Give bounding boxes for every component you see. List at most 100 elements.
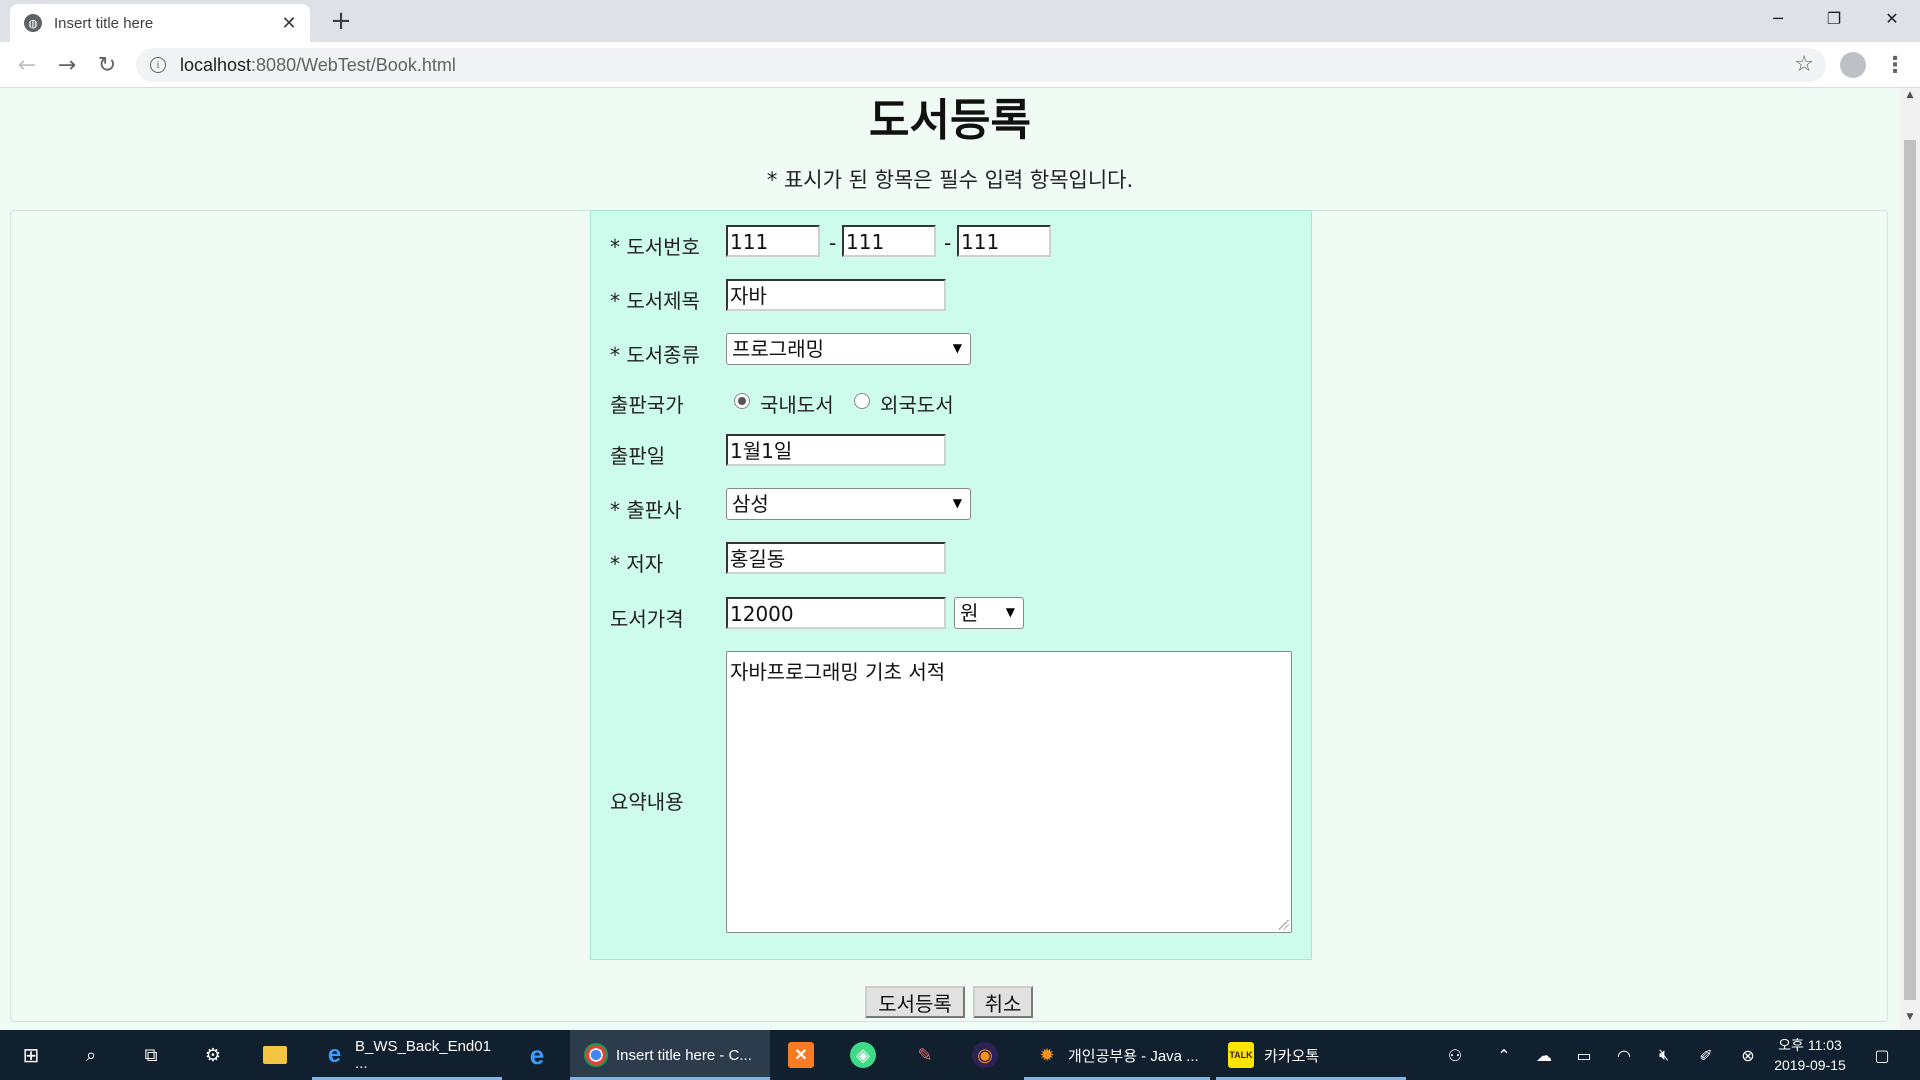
currency-select[interactable]: 원 ▼ (954, 597, 1024, 629)
folder-icon (263, 1046, 287, 1064)
taskbar-app-ie[interactable]: e (520, 1030, 554, 1080)
kakaotalk-icon: TALK (1228, 1042, 1254, 1068)
book-title-input[interactable]: 자바 (726, 279, 946, 311)
minimize-button[interactable]: ─ (1750, 0, 1806, 36)
taskbar-app-label: 개인공부용 - Java ... (1068, 1047, 1199, 1065)
genre-label: * 도서종류 (610, 343, 700, 367)
back-icon[interactable]: ← (12, 50, 42, 80)
scroll-down-icon[interactable]: ▼ (1900, 1012, 1920, 1028)
search-button[interactable]: ⌕ (74, 1030, 108, 1080)
price-label: 도서가격 (610, 607, 684, 631)
taskbar-app-chrome[interactable]: Insert title here - C... (570, 1030, 770, 1080)
clock-date: 2019-09-15 (1774, 1057, 1846, 1073)
close-circle-icon[interactable]: ⊗ (1734, 1030, 1762, 1080)
title-label: * 도서제목 (610, 289, 700, 313)
dropdown-arrow-icon: ▼ (952, 341, 962, 355)
taskbar-app-kakaotalk[interactable]: TALK 카카오톡 (1216, 1030, 1406, 1080)
book-no-field-1[interactable]: 111 (726, 225, 820, 257)
taskbar: ⊞ ⌕ ⧉ ⚙ e B_WS_Back_End01 ... e Insert t… (0, 1030, 1920, 1080)
windows-icon: ⊞ (22, 1044, 40, 1067)
dropdown-arrow-icon: ▼ (1005, 605, 1015, 619)
genre-selected: 프로그래밍 (732, 337, 824, 361)
taskbar-app-android[interactable]: ◈ (846, 1030, 880, 1080)
country-label: 출판국가 (610, 393, 684, 417)
tab-title: Insert title here (54, 14, 154, 32)
settings-taskbar-button[interactable]: ⚙ (196, 1030, 230, 1080)
tab-close-icon[interactable]: ✕ (278, 13, 300, 34)
profile-avatar[interactable] (1840, 52, 1866, 78)
foreign-label: 외국도서 (880, 393, 954, 417)
xampp-icon: ✕ (788, 1042, 814, 1068)
url-host: localhost (180, 54, 252, 75)
taskbar-app-xampp[interactable]: ✕ (784, 1030, 818, 1080)
publisher-selected: 삼성 (732, 492, 769, 516)
volume-muted-icon[interactable]: 🔇︎ (1650, 1030, 1678, 1080)
battery-icon[interactable]: ▭ (1570, 1030, 1598, 1080)
onedrive-icon[interactable]: ☁ (1530, 1030, 1558, 1080)
info-icon[interactable]: i (150, 57, 166, 73)
paint-icon: ✎ (917, 1044, 933, 1065)
pen-icon[interactable]: ✐ (1692, 1030, 1720, 1080)
book-form: * 도서번호 111 - 111 - 111 * 도서제목 자바 * 도서종류 … (590, 210, 1312, 960)
taskbar-app-eclipse-workspace[interactable]: ✹ 개인공부용 - Java ... (1024, 1030, 1210, 1080)
bookmark-star-icon[interactable]: ☆ (1794, 52, 1814, 77)
publisher-select[interactable]: 삼성 ▼ (726, 488, 971, 520)
date-label: 출판일 (610, 444, 666, 468)
domestic-radio[interactable] (734, 393, 750, 409)
taskbar-app-label: Insert title here - C... (616, 1046, 752, 1064)
taskbar-app-paint[interactable]: ✎ (908, 1030, 942, 1080)
clock-time: 오후 11:03 (1778, 1037, 1842, 1053)
book-no-separator: - (829, 231, 837, 255)
browser-toolbar: ← → ↻ i localhost:8080/WebTest/Book.html… (0, 42, 1920, 88)
book-no-separator: - (944, 231, 952, 255)
eclipse-workspace-icon: ✹ (1039, 1044, 1055, 1065)
address-bar[interactable]: i localhost:8080/WebTest/Book.html ☆ (136, 48, 1826, 82)
page-title: 도서등록 (869, 95, 1031, 146)
gear-icon: ⚙ (204, 1044, 222, 1065)
scroll-thumb[interactable] (1904, 140, 1916, 1000)
url-text: localhost:8080/WebTest/Book.html (180, 55, 456, 76)
scroll-up-icon[interactable]: ▲ (1900, 90, 1920, 106)
publisher-label: * 출판사 (610, 498, 682, 522)
restore-button[interactable]: ❐ (1806, 0, 1862, 36)
book-no-field-3[interactable]: 111 (957, 225, 1051, 257)
publish-date-input[interactable]: 1월1일 (726, 434, 946, 466)
forward-icon[interactable]: → (52, 50, 82, 80)
globe-icon: ◍ (24, 14, 42, 32)
page-viewport: 도서등록 * 표시가 된 항목은 필수 입력 항목입니다. * 도서번호 111… (0, 88, 1900, 1030)
close-window-button[interactable]: ✕ (1864, 0, 1920, 36)
summary-text: 자바프로그래밍 기초 서적 (730, 660, 946, 684)
register-button[interactable]: 도서등록 (865, 986, 965, 1018)
wifi-icon[interactable]: ◠ (1610, 1030, 1638, 1080)
author-input[interactable]: 홍길동 (726, 542, 946, 574)
book-no-label: * 도서번호 (610, 235, 700, 259)
genre-select[interactable]: 프로그래밍 ▼ (726, 333, 971, 365)
internet-explorer-icon: e (529, 1039, 545, 1070)
eclipse-icon: ◉ (972, 1042, 998, 1068)
foreign-radio[interactable] (854, 393, 870, 409)
people-icon[interactable]: ⚇ (1440, 1030, 1470, 1080)
vertical-scrollbar[interactable]: ▲ ▼ (1900, 88, 1920, 1030)
book-no-field-2[interactable]: 111 (842, 225, 936, 257)
menu-dots-icon[interactable]: ⋮ (1880, 50, 1910, 80)
edge-icon: e (327, 1041, 342, 1068)
task-view-button[interactable]: ⧉ (134, 1030, 168, 1080)
system-clock[interactable]: 오후 11:03 2019-09-15 (1768, 1035, 1852, 1075)
price-input[interactable]: 12000 (726, 597, 946, 629)
taskbar-app-label: 카카오톡 (1264, 1047, 1320, 1065)
resize-grip-icon[interactable] (1279, 920, 1289, 930)
file-explorer-button[interactable] (258, 1030, 292, 1080)
search-icon: ⌕ (85, 1044, 97, 1065)
taskbar-app-eclipse[interactable]: ◉ (968, 1030, 1002, 1080)
new-tab-button[interactable]: + (326, 6, 356, 36)
browser-tab[interactable]: ◍ Insert title here ✕ (10, 4, 310, 42)
taskbar-app-edge[interactable]: e B_WS_Back_End01 ... (312, 1030, 502, 1080)
summary-textarea[interactable]: 자바프로그래밍 기초 서적 (726, 651, 1292, 933)
chevron-up-icon[interactable]: ⌃ (1490, 1030, 1518, 1080)
start-button[interactable]: ⊞ (14, 1030, 48, 1080)
dropdown-arrow-icon: ▼ (952, 496, 962, 510)
notification-icon[interactable]: ▢ (1866, 1030, 1898, 1080)
reload-icon[interactable]: ↻ (92, 50, 122, 80)
url-path: :8080/WebTest/Book.html (251, 54, 456, 75)
cancel-button[interactable]: 취소 (973, 986, 1033, 1018)
